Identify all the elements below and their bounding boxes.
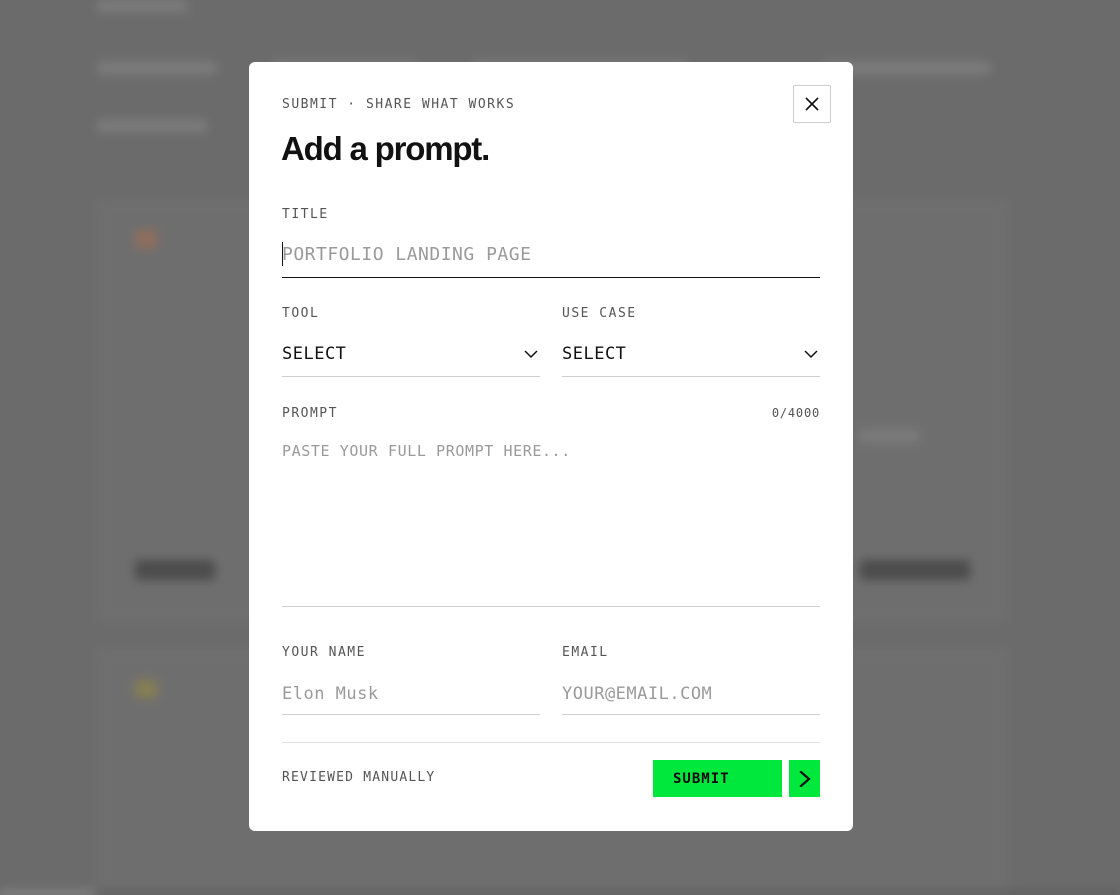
use-case-select[interactable]: SELECT [562, 332, 820, 377]
close-button[interactable] [793, 85, 831, 123]
footer-divider [282, 742, 820, 743]
chevron-down-icon [524, 350, 538, 359]
use-case-select-value: SELECT [562, 344, 627, 364]
bg-icon [135, 680, 157, 698]
tool-select-value: SELECT [282, 344, 347, 364]
prompt-char-counter: 0/4000 [771, 406, 820, 420]
name-label: YOUR NAME [282, 645, 366, 660]
email-input[interactable] [562, 674, 820, 715]
chevron-down-icon [804, 350, 818, 359]
submit-arrow-button[interactable] [789, 760, 820, 797]
add-prompt-modal: SUBMIT · SHARE WHAT WORKS Add a prompt. … [249, 62, 853, 831]
modal-eyebrow: SUBMIT · SHARE WHAT WORKS [282, 97, 516, 112]
bg-text [97, 120, 207, 132]
modal-title: Add a prompt. [281, 130, 490, 167]
email-label: EMAIL [562, 645, 609, 660]
prompt-textarea[interactable] [282, 434, 820, 607]
bg-text [135, 560, 215, 580]
title-input[interactable] [282, 232, 820, 278]
close-icon [805, 97, 819, 111]
prompt-label: PROMPT [282, 406, 338, 421]
review-note: REVIEWED MANUALLY [282, 770, 436, 785]
submit-button[interactable]: SUBMIT [653, 760, 782, 797]
tool-select[interactable]: SELECT [282, 332, 540, 377]
tool-label: TOOL [282, 306, 320, 321]
use-case-label: USE CASE [562, 306, 637, 321]
bg-text [860, 430, 920, 442]
bg-icon [135, 230, 157, 248]
name-input[interactable] [282, 674, 540, 715]
title-label: TITLE [282, 207, 329, 222]
arrow-right-icon [798, 770, 811, 787]
bg-text [97, 0, 187, 12]
bg-text [860, 560, 970, 580]
text-caret [282, 242, 283, 266]
bg-text [97, 62, 217, 74]
